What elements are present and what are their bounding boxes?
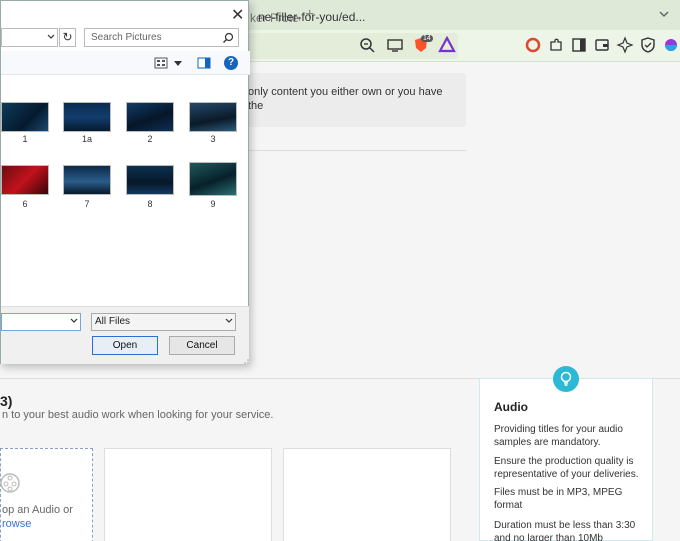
section-title: 3) (0, 393, 13, 409)
close-icon[interactable]: ✕ (231, 5, 244, 25)
filename-input[interactable] (1, 313, 81, 331)
sidebar-icon[interactable] (570, 36, 588, 54)
zoom-icon[interactable] (358, 36, 376, 54)
image-thumbnail[interactable] (63, 102, 111, 132)
cast-icon[interactable] (386, 36, 404, 54)
cancel-button[interactable]: Cancel (169, 336, 235, 355)
audio-slot[interactable] (283, 448, 451, 541)
image-thumbnail[interactable] (1, 165, 49, 195)
tip-item: Ensure the production quality is represe… (494, 456, 639, 480)
shield-badge: 14 (421, 35, 433, 42)
notice-text: only content you either own or you have … (248, 86, 443, 112)
profile-icon[interactable] (662, 36, 680, 54)
url-text: ne-filler-for-you/ed... (258, 10, 366, 24)
search-icon[interactable] (222, 32, 234, 44)
leo-ai-icon[interactable] (616, 36, 634, 54)
chevron-down-icon[interactable] (47, 34, 55, 40)
tip-item: Files must be in MP3, MPEG format (494, 487, 623, 511)
lightbulb-icon (553, 366, 579, 392)
refresh-button[interactable]: ↻ (59, 28, 76, 47)
opera-icon[interactable] (524, 36, 542, 54)
view-options-icon[interactable] (154, 57, 168, 69)
preview-pane-icon[interactable] (197, 57, 211, 69)
vpn-shield-icon[interactable] (639, 36, 657, 54)
thumbnail-label: 1a (81, 134, 92, 144)
image-thumbnail[interactable] (126, 165, 174, 195)
chevron-down-icon[interactable] (70, 318, 78, 324)
image-thumbnail[interactable] (126, 102, 174, 132)
help-icon[interactable]: ? (224, 56, 238, 70)
brave-rewards-icon[interactable] (438, 36, 456, 54)
chevron-down-icon[interactable] (174, 61, 182, 66)
extensions-icon[interactable] (547, 36, 565, 54)
open-button[interactable]: Open (92, 336, 158, 355)
browse-link[interactable]: rowse (2, 518, 31, 530)
wallet-icon[interactable] (593, 36, 611, 54)
resize-grip-icon[interactable] (241, 356, 249, 364)
search-placeholder: Search Pictures (91, 32, 162, 43)
film-reel-icon (0, 473, 20, 493)
divider (240, 150, 466, 151)
thumbnail-label: 2 (147, 134, 153, 144)
thumbnail-label: 9 (210, 199, 216, 209)
image-thumbnail[interactable] (189, 162, 237, 196)
file-open-dialog: ✕ ↻ Search Pictures ? 1 1a 2 3 6 7 8 9 A… (0, 0, 250, 364)
thumbnail-label: 7 (84, 199, 90, 209)
dialog-toolbar (1, 51, 250, 75)
thumbnail-label: 8 (147, 199, 153, 209)
thumbnail-label: 3 (210, 134, 216, 144)
image-thumbnail[interactable] (1, 102, 49, 132)
upload-instruction: op an Audio or (2, 504, 73, 516)
image-thumbnail[interactable] (189, 102, 237, 132)
thumbnail-label: 1 (22, 134, 28, 144)
section-subtitle: n to your best audio work when looking f… (2, 409, 274, 421)
image-thumbnail[interactable] (63, 165, 111, 195)
chevron-down-icon[interactable] (658, 8, 670, 20)
tip-item: Providing titles for your audio samples … (494, 424, 623, 448)
chevron-down-icon[interactable] (225, 318, 233, 324)
tip-item: Duration must be less than 3:30 and no l… (494, 520, 636, 541)
thumbnail-label: 6 (22, 199, 28, 209)
tips-title: Audio (494, 400, 528, 414)
file-type-select[interactable]: All Files (91, 313, 236, 331)
audio-slot[interactable] (104, 448, 272, 541)
